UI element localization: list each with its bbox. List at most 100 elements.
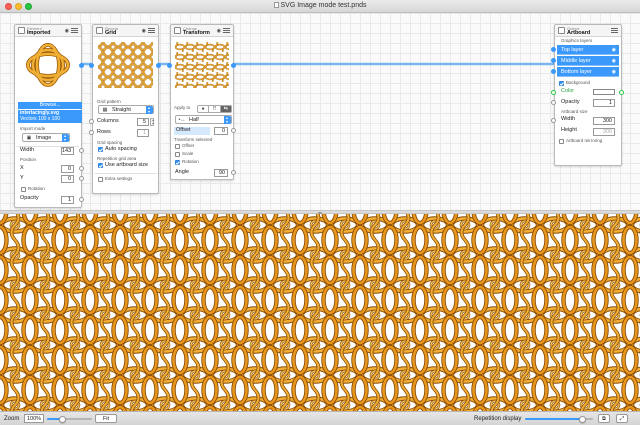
repetition-display-label: Repetition display xyxy=(474,416,522,422)
opacity-field[interactable]: 1 xyxy=(593,99,615,107)
node-transform[interactable]: Change Transform ◉ Apply to ● ⠿ ⇆ •↔ Hal… xyxy=(167,24,236,180)
output-port[interactable] xyxy=(156,63,161,68)
eye-icon[interactable]: ◉ xyxy=(65,28,69,34)
window-title-text: SVG Image mode test.pnds xyxy=(280,2,367,9)
import-mode-select[interactable]: ▣ Image xyxy=(22,133,70,142)
rows-port[interactable] xyxy=(89,130,94,135)
columns-port[interactable] xyxy=(89,119,94,124)
apply-all-segment[interactable]: ● xyxy=(198,106,210,112)
repetition-slider[interactable] xyxy=(525,415,593,423)
node-header[interactable]: Output Artboard xyxy=(555,25,621,37)
width-port[interactable] xyxy=(79,148,84,153)
rotation-checkbox[interactable] xyxy=(21,187,26,192)
offset-field[interactable]: 0 xyxy=(214,127,228,135)
color-label: Color xyxy=(561,88,575,94)
background-checkbox[interactable] xyxy=(559,81,564,86)
fit-button[interactable]: Fit xyxy=(95,414,117,423)
columns-stepper[interactable] xyxy=(150,118,154,126)
bottom-layer-port[interactable] xyxy=(551,69,556,74)
color-in-port[interactable] xyxy=(551,90,556,95)
input-port[interactable] xyxy=(167,63,172,68)
extra-settings-checkbox[interactable] xyxy=(98,177,103,182)
node-canvas[interactable]: Element Imported ◉ Browse... interlacing… xyxy=(0,13,640,210)
node-header[interactable]: Element Imported ◉ xyxy=(15,25,81,37)
node-title: Transform xyxy=(183,30,210,36)
output-port[interactable] xyxy=(231,63,236,68)
transform-mode-value: Half xyxy=(189,117,199,123)
zoom-slider-knob[interactable] xyxy=(59,415,66,423)
rotation-checkbox[interactable] xyxy=(175,160,180,165)
pattern-preview[interactable] xyxy=(0,214,640,411)
width-field[interactable]: 143 xyxy=(61,147,74,155)
columns-field[interactable]: 5 xyxy=(137,118,149,126)
y-field[interactable]: 0 xyxy=(61,175,74,183)
apply-to-segmented[interactable]: ● ⠿ ⇆ xyxy=(197,105,232,113)
node-header[interactable]: Change Transform ◉ xyxy=(171,25,233,37)
layer-middle-label: Middle layer xyxy=(561,58,591,64)
scale-checkbox[interactable] xyxy=(175,152,180,157)
input-port[interactable] xyxy=(89,63,94,68)
offset-port[interactable] xyxy=(231,128,236,133)
extra-settings-label: Extra settings xyxy=(105,176,133,181)
top-layer-port[interactable] xyxy=(551,47,556,52)
eye-icon[interactable]: ◉ xyxy=(612,45,616,55)
x-label: X xyxy=(20,165,24,171)
opacity-port[interactable] xyxy=(79,197,84,202)
angle-port[interactable] xyxy=(231,170,236,175)
rows-field[interactable]: 1 xyxy=(137,129,149,137)
view-mode-icon[interactable]: ⧉ xyxy=(598,414,610,423)
layer-bottom[interactable]: Bottom layer ◉ xyxy=(557,67,619,77)
opacity-field[interactable]: 1 xyxy=(61,196,74,204)
use-artboard-checkbox[interactable] xyxy=(98,163,103,168)
grid-pattern-value: Straight xyxy=(112,107,131,113)
apply-to-label: Apply to xyxy=(174,105,191,110)
grid-pattern-select[interactable]: ▦ Straight xyxy=(98,105,154,114)
middle-layer-port[interactable] xyxy=(551,58,556,63)
width-port[interactable] xyxy=(551,118,556,123)
auto-spacing-checkbox[interactable] xyxy=(98,147,103,152)
opacity-label: Opacity xyxy=(20,195,39,201)
x-port[interactable] xyxy=(79,166,84,171)
width-label: Width xyxy=(561,116,576,122)
position-label: Position xyxy=(20,157,37,162)
transform-icon xyxy=(174,27,181,34)
color-swatch[interactable] xyxy=(593,89,615,95)
height-field[interactable]: 300 xyxy=(593,128,615,136)
menu-icon[interactable] xyxy=(71,28,78,33)
eye-icon[interactable]: ◉ xyxy=(612,56,616,66)
node-grid[interactable]: Repeat Grid ◉ Grid pattern ▦ Straight Co… xyxy=(89,24,161,194)
menu-icon[interactable] xyxy=(148,28,155,33)
opacity-port[interactable] xyxy=(551,100,556,105)
y-port[interactable] xyxy=(79,176,84,181)
node-imported[interactable]: Element Imported ◉ Browse... interlacing… xyxy=(14,24,84,208)
eye-icon[interactable]: ◉ xyxy=(612,67,616,77)
apply-alternate-segment[interactable]: ⇆ xyxy=(220,106,231,112)
node-header[interactable]: Repeat Grid ◉ xyxy=(93,25,158,37)
zoom-slider[interactable] xyxy=(47,415,92,423)
node-artboard[interactable]: Output Artboard Graphics layers Top laye… xyxy=(551,24,624,166)
fullscreen-icon[interactable]: ⤢ xyxy=(616,414,628,423)
color-out-port[interactable] xyxy=(619,90,624,95)
artboard-mirroring-checkbox[interactable] xyxy=(559,139,564,144)
offset-checkbox[interactable] xyxy=(175,144,180,149)
layer-top[interactable]: Top layer ◉ xyxy=(557,45,619,55)
transform-preview xyxy=(172,39,232,91)
zoom-field[interactable]: 100% xyxy=(24,414,44,423)
output-port[interactable] xyxy=(79,63,84,68)
browse-button[interactable]: Browse... xyxy=(18,102,82,109)
width-field[interactable]: 300 xyxy=(593,117,615,125)
menu-icon[interactable] xyxy=(223,28,230,33)
repetition-slider-knob[interactable] xyxy=(579,415,587,423)
eye-icon[interactable]: ◉ xyxy=(217,28,221,34)
image-icon: ▣ xyxy=(26,135,32,141)
x-field[interactable]: 0 xyxy=(61,165,74,173)
layer-middle[interactable]: Middle layer ◉ xyxy=(557,56,619,66)
angle-field[interactable]: 90 xyxy=(214,169,228,177)
eye-icon[interactable]: ◉ xyxy=(142,28,146,34)
menu-icon[interactable] xyxy=(611,28,618,33)
document-icon xyxy=(273,2,279,8)
transform-mode-select[interactable]: •↔ Half xyxy=(175,115,232,124)
select-arrows-icon xyxy=(224,116,231,124)
apply-grid-segment[interactable]: ⠿ xyxy=(209,106,221,112)
import-icon xyxy=(18,27,25,34)
